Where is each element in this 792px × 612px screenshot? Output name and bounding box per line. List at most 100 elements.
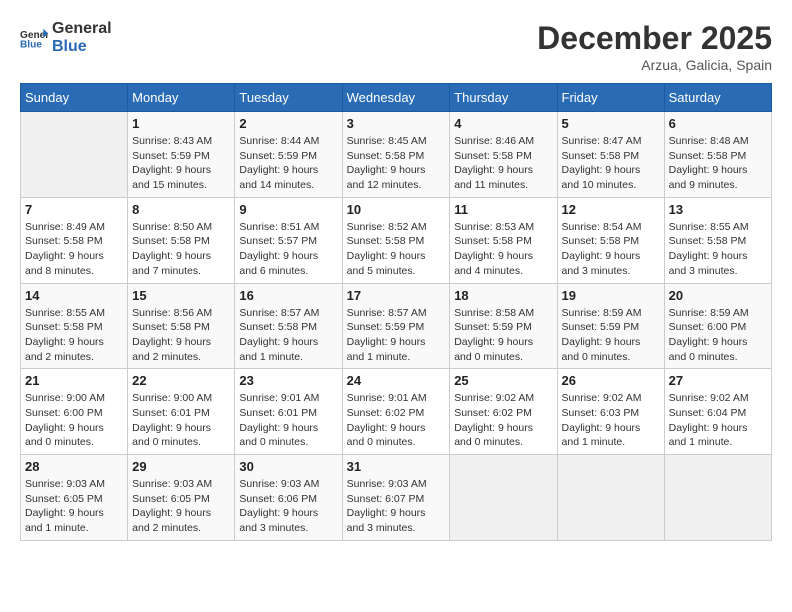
sunrise-text: Sunrise: 9:03 AM [347, 478, 427, 490]
day-number: 15 [132, 288, 230, 303]
calendar-cell [450, 455, 557, 541]
sunset-text: Sunset: 5:59 PM [454, 321, 532, 333]
day-number: 10 [347, 202, 446, 217]
sunset-text: Sunset: 5:59 PM [347, 321, 425, 333]
calendar-table: SundayMondayTuesdayWednesdayThursdayFrid… [20, 83, 772, 541]
day-info: Sunrise: 9:03 AM Sunset: 6:05 PM Dayligh… [132, 477, 230, 536]
day-info: Sunrise: 9:01 AM Sunset: 6:01 PM Dayligh… [239, 391, 337, 450]
day-number: 2 [239, 116, 337, 131]
day-number: 27 [669, 373, 767, 388]
sunset-text: Sunset: 5:59 PM [239, 150, 317, 162]
day-info: Sunrise: 9:00 AM Sunset: 6:00 PM Dayligh… [25, 391, 123, 450]
sunset-text: Sunset: 6:01 PM [132, 407, 210, 419]
day-info: Sunrise: 8:57 AM Sunset: 5:58 PM Dayligh… [239, 306, 337, 365]
day-number: 30 [239, 459, 337, 474]
sunrise-text: Sunrise: 8:51 AM [239, 221, 319, 233]
sunrise-text: Sunrise: 8:59 AM [669, 307, 749, 319]
daylight-text: Daylight: 9 hours and 1 minute. [669, 422, 748, 449]
sunset-text: Sunset: 6:06 PM [239, 493, 317, 505]
daylight-text: Daylight: 9 hours and 3 minutes. [239, 507, 318, 534]
sunrise-text: Sunrise: 8:54 AM [562, 221, 642, 233]
day-number: 29 [132, 459, 230, 474]
title-block: December 2025 Arzua, Galicia, Spain [537, 20, 772, 73]
header-sunday: Sunday [21, 84, 128, 112]
generalblue-logo-icon: General Blue [20, 27, 48, 49]
calendar-cell: 24 Sunrise: 9:01 AM Sunset: 6:02 PM Dayl… [342, 369, 450, 455]
daylight-text: Daylight: 9 hours and 0 minutes. [454, 336, 533, 363]
calendar-cell: 21 Sunrise: 9:00 AM Sunset: 6:00 PM Dayl… [21, 369, 128, 455]
day-number: 21 [25, 373, 123, 388]
day-info: Sunrise: 8:53 AM Sunset: 5:58 PM Dayligh… [454, 220, 552, 279]
header-saturday: Saturday [664, 84, 771, 112]
day-number: 8 [132, 202, 230, 217]
calendar-header-row: SundayMondayTuesdayWednesdayThursdayFrid… [21, 84, 772, 112]
sunset-text: Sunset: 6:04 PM [669, 407, 747, 419]
sunrise-text: Sunrise: 8:53 AM [454, 221, 534, 233]
calendar-cell: 8 Sunrise: 8:50 AM Sunset: 5:58 PM Dayli… [128, 197, 235, 283]
sunrise-text: Sunrise: 8:46 AM [454, 135, 534, 147]
day-info: Sunrise: 8:50 AM Sunset: 5:58 PM Dayligh… [132, 220, 230, 279]
calendar-cell: 25 Sunrise: 9:02 AM Sunset: 6:02 PM Dayl… [450, 369, 557, 455]
calendar-cell [557, 455, 664, 541]
sunset-text: Sunset: 5:59 PM [562, 321, 640, 333]
sunset-text: Sunset: 6:07 PM [347, 493, 425, 505]
daylight-text: Daylight: 9 hours and 15 minutes. [132, 164, 211, 191]
sunrise-text: Sunrise: 8:55 AM [25, 307, 105, 319]
sunrise-text: Sunrise: 9:02 AM [669, 392, 749, 404]
calendar-cell: 13 Sunrise: 8:55 AM Sunset: 5:58 PM Dayl… [664, 197, 771, 283]
calendar-cell: 15 Sunrise: 8:56 AM Sunset: 5:58 PM Dayl… [128, 283, 235, 369]
sunset-text: Sunset: 6:05 PM [132, 493, 210, 505]
day-number: 26 [562, 373, 660, 388]
sunset-text: Sunset: 6:00 PM [669, 321, 747, 333]
day-info: Sunrise: 9:02 AM Sunset: 6:02 PM Dayligh… [454, 391, 552, 450]
logo-blue-text: Blue [52, 38, 112, 56]
sunrise-text: Sunrise: 8:52 AM [347, 221, 427, 233]
calendar-cell: 4 Sunrise: 8:46 AM Sunset: 5:58 PM Dayli… [450, 112, 557, 198]
daylight-text: Daylight: 9 hours and 3 minutes. [669, 250, 748, 277]
daylight-text: Daylight: 9 hours and 7 minutes. [132, 250, 211, 277]
daylight-text: Daylight: 9 hours and 1 minute. [239, 336, 318, 363]
calendar-cell: 2 Sunrise: 8:44 AM Sunset: 5:59 PM Dayli… [235, 112, 342, 198]
sunrise-text: Sunrise: 8:43 AM [132, 135, 212, 147]
page-header: General Blue General Blue December 2025 … [20, 20, 772, 73]
day-info: Sunrise: 8:56 AM Sunset: 5:58 PM Dayligh… [132, 306, 230, 365]
day-number: 18 [454, 288, 552, 303]
calendar-cell: 30 Sunrise: 9:03 AM Sunset: 6:06 PM Dayl… [235, 455, 342, 541]
daylight-text: Daylight: 9 hours and 0 minutes. [25, 422, 104, 449]
day-number: 14 [25, 288, 123, 303]
sunset-text: Sunset: 5:58 PM [669, 150, 747, 162]
sunset-text: Sunset: 5:58 PM [347, 235, 425, 247]
daylight-text: Daylight: 9 hours and 0 minutes. [132, 422, 211, 449]
day-number: 4 [454, 116, 552, 131]
sunset-text: Sunset: 5:58 PM [562, 235, 640, 247]
week-row-1: 1 Sunrise: 8:43 AM Sunset: 5:59 PM Dayli… [21, 112, 772, 198]
week-row-5: 28 Sunrise: 9:03 AM Sunset: 6:05 PM Dayl… [21, 455, 772, 541]
daylight-text: Daylight: 9 hours and 0 minutes. [669, 336, 748, 363]
day-info: Sunrise: 9:02 AM Sunset: 6:03 PM Dayligh… [562, 391, 660, 450]
calendar-cell: 23 Sunrise: 9:01 AM Sunset: 6:01 PM Dayl… [235, 369, 342, 455]
calendar-cell: 17 Sunrise: 8:57 AM Sunset: 5:59 PM Dayl… [342, 283, 450, 369]
daylight-text: Daylight: 9 hours and 1 minute. [562, 422, 641, 449]
day-info: Sunrise: 8:46 AM Sunset: 5:58 PM Dayligh… [454, 134, 552, 193]
day-number: 23 [239, 373, 337, 388]
day-number: 20 [669, 288, 767, 303]
sunset-text: Sunset: 5:58 PM [347, 150, 425, 162]
sunrise-text: Sunrise: 8:57 AM [347, 307, 427, 319]
sunset-text: Sunset: 6:03 PM [562, 407, 640, 419]
sunrise-text: Sunrise: 8:48 AM [669, 135, 749, 147]
day-number: 28 [25, 459, 123, 474]
day-number: 7 [25, 202, 123, 217]
day-info: Sunrise: 8:44 AM Sunset: 5:59 PM Dayligh… [239, 134, 337, 193]
day-number: 17 [347, 288, 446, 303]
week-row-2: 7 Sunrise: 8:49 AM Sunset: 5:58 PM Dayli… [21, 197, 772, 283]
day-info: Sunrise: 8:58 AM Sunset: 5:59 PM Dayligh… [454, 306, 552, 365]
daylight-text: Daylight: 9 hours and 4 minutes. [454, 250, 533, 277]
daylight-text: Daylight: 9 hours and 12 minutes. [347, 164, 426, 191]
sunset-text: Sunset: 5:58 PM [25, 321, 103, 333]
day-number: 19 [562, 288, 660, 303]
logo-general-text: General [52, 20, 112, 38]
day-info: Sunrise: 9:00 AM Sunset: 6:01 PM Dayligh… [132, 391, 230, 450]
sunrise-text: Sunrise: 9:03 AM [239, 478, 319, 490]
day-info: Sunrise: 8:52 AM Sunset: 5:58 PM Dayligh… [347, 220, 446, 279]
daylight-text: Daylight: 9 hours and 5 minutes. [347, 250, 426, 277]
